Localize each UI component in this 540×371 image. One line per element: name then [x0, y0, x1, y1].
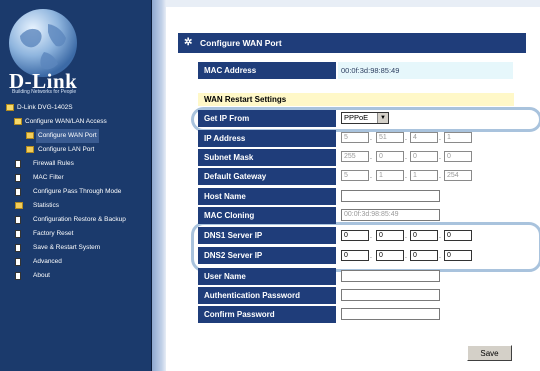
sidebar-item-factory-reset[interactable]: Factory Reset [0, 227, 151, 241]
confirm-password-input[interactable] [341, 308, 440, 320]
sidebar-item-mac-filter[interactable]: MAC Filter [0, 171, 151, 185]
page-icon [15, 160, 21, 168]
sidebar: D-Link Building Networks for People D-Li… [0, 0, 152, 371]
dot-separator: . [405, 173, 407, 180]
page-icon [15, 258, 21, 266]
folder-icon [26, 146, 34, 153]
dot-separator: . [439, 135, 441, 142]
gw-octet-3[interactable]: 1 [410, 170, 438, 181]
dns2-octet-1[interactable]: 0 [341, 250, 369, 261]
page-icon [15, 272, 21, 280]
dot-separator: . [370, 173, 372, 180]
section-title: WAN Restart Settings [198, 93, 514, 106]
gw-octet-2[interactable]: 1 [376, 170, 404, 181]
dot-separator: . [405, 253, 407, 260]
ip-octet-3[interactable]: 4 [410, 132, 438, 143]
dot-separator: . [405, 233, 407, 240]
mask-octet-3[interactable]: 0 [410, 151, 438, 162]
dns1-label: DNS1 Server IP [198, 227, 336, 244]
sidebar-item-firewall-rules[interactable]: Firewall Rules [0, 157, 151, 171]
folder-open-icon [6, 104, 14, 111]
get-ip-from-select[interactable]: PPPoE ▼ [341, 112, 389, 124]
sidebar-item-advanced[interactable]: Advanced [0, 255, 151, 269]
mask-octet-2[interactable]: 0 [376, 151, 404, 162]
mac-address-label: MAC Address [198, 62, 336, 79]
dns1-octet-1[interactable]: 0 [341, 230, 369, 241]
default-gateway-label: Default Gateway [198, 168, 336, 185]
save-button[interactable]: Save [467, 345, 512, 361]
auth-password-input[interactable] [341, 289, 440, 301]
mac-cloning-label: MAC Cloning [198, 207, 336, 224]
dot-separator: . [439, 233, 441, 240]
sidebar-item-pass-through[interactable]: Configure Pass Through Mode [0, 185, 151, 199]
confirm-password-label: Confirm Password [198, 306, 336, 323]
mac-cloning-input[interactable]: 00:0f:3d:98:85:49 [341, 209, 440, 221]
sidebar-item-about[interactable]: About [0, 269, 151, 283]
gw-octet-1[interactable]: 5 [341, 170, 369, 181]
gw-octet-4[interactable]: 254 [444, 170, 472, 181]
page-icon [15, 188, 21, 196]
sidebar-item-configure-wan-port[interactable]: Configure WAN Port [0, 129, 151, 143]
page-icon [15, 216, 21, 224]
sidebar-item-config-restore-backup[interactable]: Configuration Restore & Backup [0, 213, 151, 227]
auth-password-label: Authentication Password [198, 287, 336, 304]
dns1-octet-4[interactable]: 0 [444, 230, 472, 241]
sidebar-item-configure-lan-port[interactable]: Configure LAN Port [0, 143, 151, 157]
dns2-octet-2[interactable]: 0 [376, 250, 404, 261]
ip-octet-4[interactable]: 1 [444, 132, 472, 143]
page-icon [15, 244, 21, 252]
dot-separator: . [405, 154, 407, 161]
dns1-octet-3[interactable]: 0 [410, 230, 438, 241]
ip-octet-2[interactable]: 51 [376, 132, 404, 143]
ip-address-label: IP Address [198, 130, 336, 147]
frame-divider [152, 0, 166, 371]
panel-header: ✲ Configure WAN Port [178, 33, 526, 53]
dns1-octet-2[interactable]: 0 [376, 230, 404, 241]
user-name-label: User Name [198, 268, 336, 285]
dot-separator: . [439, 173, 441, 180]
dot-separator: . [370, 233, 372, 240]
dot-separator: . [370, 135, 372, 142]
sidebar-item-wan-lan-access[interactable]: Configure WAN/LAN Access [0, 115, 151, 129]
page-title: Configure WAN Port [200, 38, 282, 48]
user-name-input[interactable] [341, 270, 440, 282]
get-ip-from-label: Get IP From [198, 110, 336, 127]
dns2-octet-3[interactable]: 0 [410, 250, 438, 261]
get-ip-from-value: PPPoE [344, 113, 369, 122]
nav-tree: D-Link DVG-1402S Configure WAN/LAN Acces… [0, 101, 151, 283]
host-name-input[interactable] [341, 190, 440, 202]
mask-octet-4[interactable]: 0 [444, 151, 472, 162]
dot-separator: . [370, 154, 372, 161]
dot-separator: . [439, 154, 441, 161]
page-icon [15, 230, 21, 238]
chevron-down-icon[interactable]: ▼ [377, 113, 388, 123]
host-name-label: Host Name [198, 188, 336, 205]
settings-icon: ✲ [184, 37, 193, 48]
subnet-mask-label: Subnet Mask [198, 149, 336, 166]
mac-address-value: 00:0f:3d:98:85:49 [341, 66, 400, 75]
folder-icon [26, 132, 34, 139]
sidebar-item-save-restart[interactable]: Save & Restart System [0, 241, 151, 255]
sidebar-item-statistics[interactable]: Statistics [0, 199, 151, 213]
dot-separator: . [439, 253, 441, 260]
dns2-octet-4[interactable]: 0 [444, 250, 472, 261]
page-icon [15, 174, 21, 182]
ip-octet-1[interactable]: 5 [341, 132, 369, 143]
content-top-strip [166, 0, 540, 7]
mask-octet-1[interactable]: 255 [341, 151, 369, 162]
dot-separator: . [370, 253, 372, 260]
dot-separator: . [405, 135, 407, 142]
sidebar-item-device[interactable]: D-Link DVG-1402S [0, 101, 151, 115]
logo-tagline: Building Networks for People [12, 89, 77, 95]
folder-open-icon [14, 118, 22, 125]
folder-icon [15, 202, 23, 209]
dns2-label: DNS2 Server IP [198, 247, 336, 264]
